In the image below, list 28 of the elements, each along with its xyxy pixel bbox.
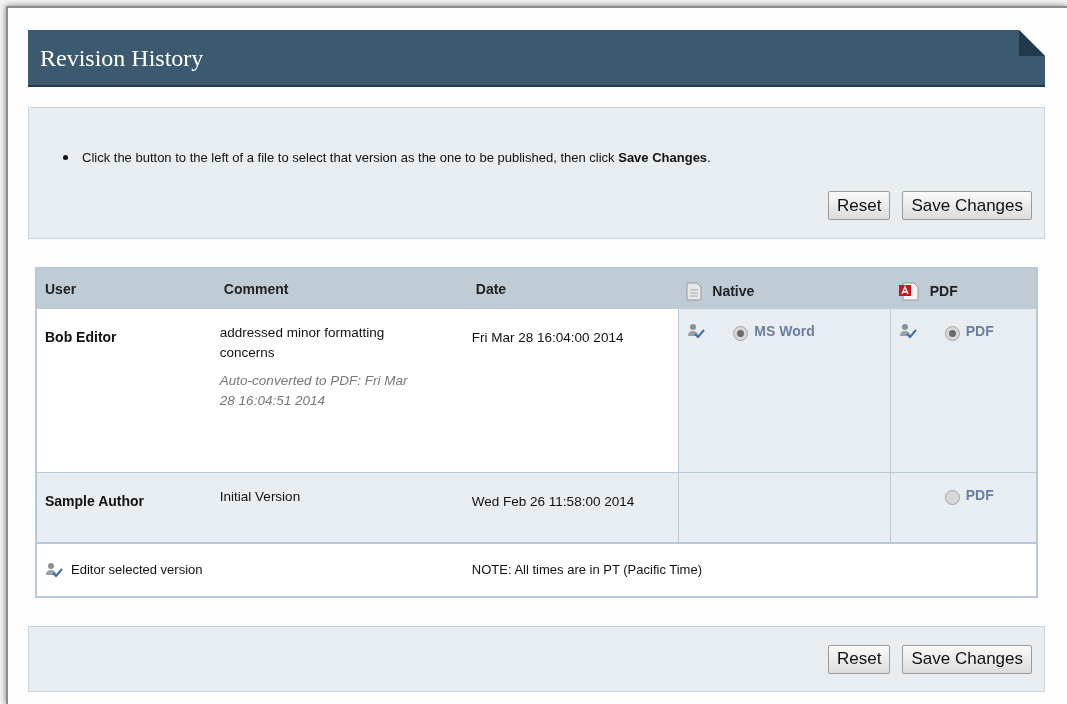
- radio-button[interactable]: [944, 326, 960, 341]
- user-name: Bob Editor: [45, 329, 117, 345]
- save-changes-button[interactable]: Save Changes: [902, 191, 1032, 220]
- document-icon: [686, 281, 703, 301]
- column-header: PDF: [929, 281, 958, 301]
- column-header: Date: [475, 279, 507, 299]
- radio-button[interactable]: [944, 490, 960, 505]
- pdf-file-icon: [897, 281, 920, 301]
- radio-button[interactable]: [733, 326, 749, 341]
- page-title: Revision History: [40, 43, 204, 73]
- reset-button[interactable]: Reset: [828, 644, 891, 674]
- instruction-text: Click the button to the left of a file to select that version as the one to be published, then click Save Changes.: [82, 149, 711, 167]
- file-link[interactable]: MS Word: [754, 321, 815, 342]
- column-header: Comment: [223, 279, 289, 299]
- timezone-note: NOTE: All times are in PT (Pacific Time): [470, 561, 703, 580]
- column-header: Native: [712, 281, 755, 301]
- user-name: Sample Author: [45, 493, 145, 509]
- reset-button[interactable]: Reset: [828, 191, 891, 220]
- user-check-icon: [45, 562, 63, 578]
- column-header: User: [45, 279, 77, 299]
- conversion-note: Auto-converted to PDF: Fri Mar 28 16:04:51 2014: [219, 372, 408, 410]
- save-changes-button[interactable]: Save Changes: [902, 644, 1032, 674]
- bullet-icon: [63, 155, 68, 161]
- comment-text: addressed minor formatting concerns: [219, 324, 386, 362]
- legend-text: Editor selected version: [71, 561, 203, 580]
- date-text: Fri Mar 28 16:04:00 2014: [471, 330, 624, 345]
- comment-text: Initial Version: [219, 488, 302, 506]
- date-text: Wed Feb 26 11:58:00 2014: [471, 494, 635, 509]
